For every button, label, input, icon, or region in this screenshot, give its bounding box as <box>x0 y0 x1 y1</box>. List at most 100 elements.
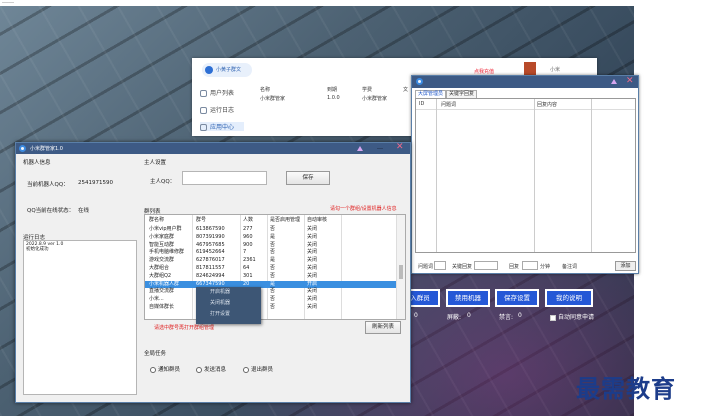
table-cell: 64 <box>243 265 250 271</box>
disable-robot-button[interactable]: 禁用机器 <box>446 289 490 307</box>
nav-item-user-list[interactable]: 用户列表 <box>200 88 234 97</box>
table-cell: 否 <box>270 304 276 310</box>
divider <box>436 99 437 252</box>
col-member-count: 人数 <box>243 217 254 223</box>
tab-screen-admin[interactable]: 大屏管理员 <box>415 90 447 98</box>
table-cell: 直播交流群 <box>149 288 175 295</box>
table-cell: 824624994 <box>196 272 225 279</box>
minimize-icon[interactable] <box>377 148 383 149</box>
keyword-table[interactable]: ID 问题词 回复内容 <box>415 98 636 253</box>
table-cell: 是 <box>270 280 276 287</box>
owner-qq-input[interactable] <box>182 171 267 185</box>
watermark: 最需教育 <box>576 374 676 403</box>
table-cell: 关闭 <box>307 249 318 256</box>
radio-icon[interactable] <box>196 366 202 373</box>
radio-send-message[interactable]: 发送消息 <box>196 365 226 373</box>
table-scrollbar[interactable] <box>396 215 405 319</box>
app-icon <box>416 78 423 85</box>
divider <box>591 99 592 252</box>
checkbox-icon[interactable] <box>550 314 556 321</box>
table-row[interactable]: 自媒体群长......否关闭 <box>145 304 397 311</box>
menu-item-enable-robot[interactable]: 开启机器 <box>196 287 261 298</box>
table-cell: 关闭 <box>307 288 318 295</box>
question-input[interactable] <box>434 261 446 270</box>
radio-icon[interactable] <box>150 366 156 373</box>
radio-icon[interactable] <box>243 366 249 373</box>
online-status-value: 在线 <box>78 208 90 214</box>
my-notes-button[interactable]: 我的说明 <box>545 289 593 307</box>
auto-approve-checkbox[interactable]: 自动同意申请 <box>550 312 594 321</box>
add-button[interactable]: 添加 <box>615 261 636 271</box>
log-line: 初始化成功 <box>26 247 49 252</box>
close-icon[interactable]: ✕ <box>396 142 404 152</box>
save-settings-button[interactable]: 保存设置 <box>495 289 539 307</box>
log-textarea[interactable]: 2022.8.9 ver 1.0 初始化成功 <box>23 240 137 395</box>
nav-item-run-log[interactable]: 运行日志 <box>200 105 234 114</box>
table-row[interactable]: 大群组合 817811557 64 否 关闭 <box>145 265 397 272</box>
app-icon <box>200 124 207 131</box>
close-icon[interactable]: ✕ <box>626 76 634 86</box>
radio-notify-members[interactable]: 通知群员 <box>150 365 180 373</box>
avatar[interactable] <box>524 62 536 76</box>
table-cell: 否 <box>270 265 276 271</box>
log-icon <box>200 107 207 114</box>
table-cell: 大群组合 <box>149 265 170 271</box>
table-cell: 817811557 <box>196 265 225 271</box>
table-cell: 7 <box>243 249 247 256</box>
table-cell: 807391990 <box>196 233 225 240</box>
radio-exit-members[interactable]: 退出群员 <box>243 365 273 373</box>
scrollbar-thumb[interactable] <box>399 265 403 279</box>
skin-icon[interactable] <box>611 79 617 84</box>
username: 小米 <box>550 67 561 73</box>
table-row[interactable]: 小米家庭群 807391990 960 是 关闭 <box>145 234 397 241</box>
table-cell: 游戏交流群 <box>149 257 175 264</box>
reply-input[interactable] <box>522 261 538 270</box>
table-cell: 是 <box>270 233 276 240</box>
table-cell: 627876017 <box>196 257 225 264</box>
tab-keyword-reply[interactable]: 关键字回复 <box>446 90 478 98</box>
window-title: 小米群管家1.0 <box>30 146 63 152</box>
table-cell: 关闭 <box>307 226 318 232</box>
table-cell: 否 <box>270 288 276 295</box>
cell-author: 小米群管家 <box>362 96 388 102</box>
status-muted-label: 禁言: <box>499 314 514 321</box>
table-row[interactable]: 游戏交流群 627876017 2361 是 关闭 <box>145 257 397 264</box>
col-id: ID <box>419 101 425 107</box>
status-muted-value: 0 <box>518 312 522 319</box>
table-row[interactable]: 小米.........否关闭 <box>145 296 397 303</box>
table-row[interactable]: 小米vip用户群 613867590 277 否 关闭 <box>145 226 397 233</box>
col-group-number: 群号 <box>196 217 207 223</box>
context-menu: 开启机器 关闭机器 打开设置 <box>196 287 261 324</box>
keyword-label: 关键回复 <box>452 264 473 270</box>
group-table[interactable]: 群名称 群号 人数 是否启用管理 自动审核 小米vip用户群 613867590 2… <box>144 214 406 320</box>
table-row[interactable]: 手机电脑维修群 619452664 7 否 关闭 <box>145 249 397 256</box>
robot-info-heading: 机器人信息 <box>23 160 51 166</box>
divider <box>416 109 635 110</box>
table-cell: 关闭 <box>307 296 318 303</box>
owner-save-button[interactable]: 保存 <box>286 171 330 185</box>
menu-item-disable-robot[interactable]: 关闭机器 <box>196 298 261 309</box>
keyword-window: ✕ 大屏管理员 关键字回复 ID 问题词 回复内容 问题词 关键回复 回复 分钟 … <box>411 75 639 274</box>
main-titlebar[interactable]: 小米群管家1.0 ✕ <box>16 142 410 154</box>
table-row[interactable]: 直播交流群......否关闭 <box>145 288 397 295</box>
skin-icon[interactable] <box>357 146 363 151</box>
keyword-window-titlebar[interactable]: ✕ <box>412 76 638 88</box>
table-cell: 关闭 <box>307 241 318 248</box>
refresh-list-button[interactable]: 刷新列表 <box>365 321 401 334</box>
table-note: 请选中群号再打开群组管理 <box>154 325 215 331</box>
menu-item-open-settings[interactable]: 打开设置 <box>196 309 261 320</box>
recharge-link[interactable]: 点我充值 <box>474 68 494 75</box>
table-cell: 智能互动群 <box>149 241 175 248</box>
table-row[interactable]: 智能互动群 467957685 900 否 关闭 <box>145 242 397 249</box>
robot-qq-value: 2541971590 <box>78 180 113 186</box>
note-label: 备注词 <box>562 264 578 270</box>
nav-item-app-center[interactable]: 应用中心 <box>200 122 244 131</box>
keyword-input[interactable] <box>474 261 498 270</box>
table-cell: 开启 <box>307 280 318 287</box>
table-row[interactable]: 小米机器人群 667347590 20 是开启 <box>145 280 397 288</box>
table-cell: 手机电脑维修群 <box>149 249 185 256</box>
col-reply: 回复内容 <box>537 102 558 108</box>
table-row[interactable]: 大群组Q2 824624994 301 否 关闭 <box>145 273 397 280</box>
table-cell: 否 <box>270 272 276 279</box>
header-fee: 学费 <box>362 87 373 93</box>
